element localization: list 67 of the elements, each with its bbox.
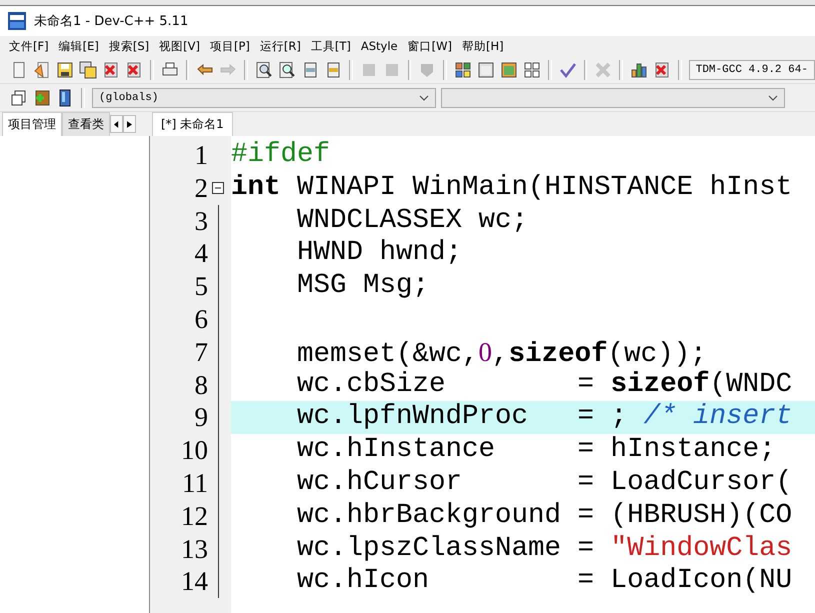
menu-item[interactable]: 窗口[W] <box>402 38 457 54</box>
line-number: 1 <box>194 139 208 172</box>
code-line: WNDCLASSEX wc; <box>296 204 530 238</box>
code-line: wc.cbSize = sizeof(WNDC <box>296 368 794 402</box>
line-number: 14 <box>180 565 208 598</box>
checkmark-icon[interactable] <box>558 60 577 78</box>
line-number: 9 <box>194 401 208 434</box>
editor-tab[interactable]: [*] 未命名1 <box>152 112 233 136</box>
line-number: 8 <box>194 368 208 402</box>
line-number: 6 <box>194 302 208 336</box>
menu-item[interactable]: 搜索[S] <box>104 38 154 54</box>
chart-cross-icon[interactable] <box>653 60 672 78</box>
menu-item[interactable]: AStyle <box>356 39 403 53</box>
search-icon[interactable] <box>255 60 274 78</box>
menu-item[interactable]: 视图[V] <box>154 38 205 54</box>
menu-item[interactable]: 工具[T] <box>306 38 356 54</box>
compiler-dropdown[interactable]: TDM-GCC 4.9.2 64- <box>688 60 815 80</box>
floppies-icon[interactable] <box>79 60 97 78</box>
search-page-icon[interactable] <box>278 60 296 78</box>
page-x-icon[interactable] <box>102 60 120 78</box>
code-line: memset(&wc,0,sizeof(wc)); <box>296 336 708 369</box>
line-number: 5 <box>194 270 208 303</box>
chevron-icon <box>419 94 429 100</box>
menu-item[interactable]: 帮助[H] <box>456 38 509 54</box>
line-number: 4 <box>194 237 208 270</box>
app-icon <box>8 12 26 30</box>
plus-book-icon[interactable] <box>33 88 51 106</box>
colored-window-icon[interactable] <box>500 60 518 78</box>
document-icon[interactable] <box>33 60 51 78</box>
code-line: HWND hwnd; <box>296 237 464 270</box>
line-number: 2 <box>194 172 208 205</box>
chevron-icon <box>768 94 778 100</box>
line-number: 3 <box>194 204 208 238</box>
scroll-left-button[interactable] <box>110 115 123 133</box>
line-number: 13 <box>180 532 208 566</box>
menu-item[interactable]: 项目[P] <box>204 38 255 54</box>
printer-icon[interactable] <box>160 60 179 78</box>
line-number: 11 <box>181 466 208 500</box>
code-line: int WINAPI WinMain(HINSTANCE hInst <box>231 172 794 205</box>
pages-icon[interactable] <box>10 88 28 106</box>
line-number: 7 <box>194 336 208 369</box>
code-line: #ifdef <box>231 139 332 172</box>
line-number: 10 <box>180 434 208 467</box>
fold-toggle-icon[interactable] <box>212 182 224 194</box>
code-line: wc.hIcon = LoadIcon(NU <box>296 565 794 598</box>
triangle-left-icon <box>114 120 119 128</box>
code-line: MSG Msg; <box>296 270 430 303</box>
scope-dropdown[interactable]: (globals) <box>92 88 436 108</box>
code-line: wc.hbrBackground = (HBRUSH)(CO <box>296 500 794 533</box>
pages-x-icon[interactable] <box>125 60 143 78</box>
code-line: wc.lpszClassName = "WindowClas <box>296 532 794 566</box>
code-line: wc.hCursor = LoadCursor( <box>296 466 794 500</box>
color-grid-icon[interactable] <box>454 60 472 78</box>
menu-item[interactable]: 编辑[E] <box>54 38 104 54</box>
window-icon[interactable] <box>477 60 496 78</box>
line-number: 12 <box>180 500 208 533</box>
panel-tab[interactable]: 查看类 <box>62 112 110 136</box>
bar-chart-icon[interactable] <box>630 60 648 78</box>
triangle-right-icon <box>127 120 132 128</box>
panel-tab[interactable]: 项目管理 <box>2 112 62 136</box>
menu-item[interactable]: 运行[R] <box>254 38 306 54</box>
menu-item[interactable]: 文件[F] <box>4 38 54 54</box>
code-line: wc.hInstance = hInstance; <box>296 434 777 467</box>
window-title: 未命名1 - Dev-C++ 5.11 <box>34 13 188 30</box>
floppy-icon[interactable] <box>56 60 74 78</box>
grid-icon[interactable] <box>523 60 542 78</box>
scroll-right-button[interactable] <box>123 115 136 133</box>
